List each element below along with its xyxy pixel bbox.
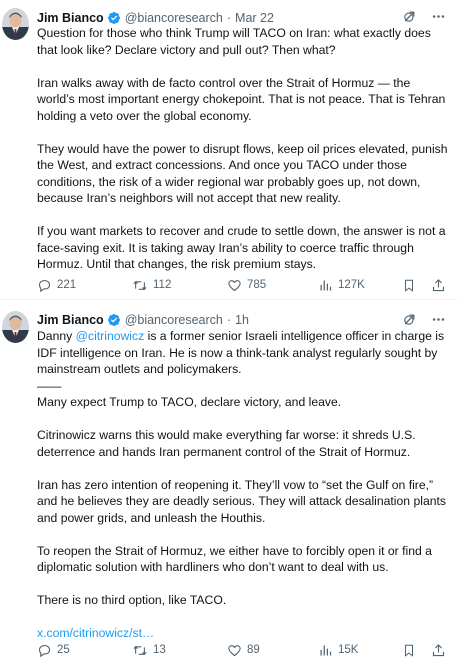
separator-rule: —— <box>37 378 62 393</box>
author-name[interactable]: Jim Bianco <box>37 313 104 327</box>
avatar[interactable] <box>2 8 29 40</box>
views-icon <box>320 280 332 290</box>
tweet-paragraph: Question for those who think Trump will … <box>37 26 431 57</box>
views-icon <box>320 645 332 655</box>
verified-badge-icon <box>107 314 120 326</box>
tweet[interactable]: Jim Bianco @biancoresearch · Mar 22 Ques… <box>0 0 458 300</box>
repost-count: 112 <box>153 279 172 291</box>
tweet-paragraph: To reopen the Strait of Hormuz, we eithe… <box>37 543 432 575</box>
avatar[interactable] <box>2 311 29 343</box>
author-handle[interactable]: @biancoresearch <box>125 11 223 25</box>
like-count: 785 <box>247 279 267 291</box>
like-count: 89 <box>247 644 260 656</box>
reply-icon <box>38 279 51 292</box>
reply-button[interactable]: 221 <box>37 278 76 293</box>
tweet-top-actions <box>402 9 446 24</box>
views-button[interactable]: 15K <box>318 643 358 658</box>
verified-badge-icon <box>107 12 120 24</box>
like-button[interactable]: 785 <box>227 278 266 293</box>
tweet-divider <box>0 299 458 300</box>
timestamp[interactable]: 1h <box>235 313 249 327</box>
view-count: 127K <box>338 279 365 291</box>
intro-text: Danny <box>37 329 76 343</box>
repost-button[interactable]: 13 <box>132 643 166 658</box>
author-handle[interactable]: @biancoresearch <box>125 313 223 327</box>
tweet-paragraph: Iran has zero intention of reopening it.… <box>37 477 446 525</box>
share-button[interactable] <box>431 643 446 658</box>
repost-count: 13 <box>153 644 166 656</box>
reply-count: 221 <box>57 279 77 291</box>
reply-icon <box>38 644 51 657</box>
like-icon <box>228 279 241 291</box>
action-bar: 25 13 89 15K <box>37 641 447 659</box>
share-button[interactable] <box>431 278 446 293</box>
repost-icon <box>133 645 147 655</box>
tweet-paragraph: Iran walks away with de facto control ov… <box>37 75 446 123</box>
tweet-paragraph: Many expect Trump to TACO, declare victo… <box>37 395 342 409</box>
more-icon[interactable] <box>431 312 446 327</box>
tweet-paragraph: Danny @citrinowicz is a former senior Is… <box>37 328 449 378</box>
mention-link[interactable]: @citrinowicz <box>76 329 145 343</box>
tweet-text: Danny @citrinowicz is a former senior Is… <box>37 328 449 642</box>
views-button[interactable]: 127K <box>318 278 365 293</box>
author-name[interactable]: Jim Bianco <box>37 11 104 25</box>
bookmark-icon <box>404 644 414 657</box>
timestamp[interactable]: Mar 22 <box>235 11 274 25</box>
bookmark-icon <box>404 279 414 292</box>
tweet-header: Jim Bianco @biancoresearch · 1h <box>37 311 249 329</box>
action-bar: 221 112 785 127K <box>37 276 447 294</box>
separator-dot: · <box>226 313 232 327</box>
tweet-top-actions <box>402 312 446 327</box>
like-icon <box>228 644 241 656</box>
grok-icon[interactable] <box>402 312 417 327</box>
more-icon[interactable] <box>431 9 446 24</box>
tweet-paragraph: If you want markets to recover and crude… <box>37 224 446 271</box>
tweet[interactable]: Jim Bianco @biancoresearch · 1h Danny @c… <box>0 301 458 668</box>
separator-dot: · <box>226 11 232 25</box>
share-icon <box>432 643 445 656</box>
reply-button[interactable]: 25 <box>37 643 70 658</box>
tweet-text: Question for those who think Trump will … <box>37 25 449 273</box>
bookmark-button[interactable] <box>402 278 416 293</box>
repost-button[interactable]: 112 <box>132 278 171 293</box>
grok-icon[interactable] <box>402 9 417 24</box>
share-icon <box>432 278 445 291</box>
tweet-paragraph: There is no third option, like TACO. <box>37 593 227 607</box>
like-button[interactable]: 89 <box>227 643 260 658</box>
bookmark-button[interactable] <box>402 643 416 658</box>
external-link[interactable]: x.com/citrinowicz/st… <box>37 626 154 640</box>
repost-icon <box>133 280 147 290</box>
tweet-paragraph: Citrinowicz warns this would make everyt… <box>37 428 416 459</box>
view-count: 15K <box>338 644 359 656</box>
reply-count: 25 <box>57 644 70 656</box>
tweet-paragraph: They would have the power to disrupt flo… <box>37 141 448 206</box>
